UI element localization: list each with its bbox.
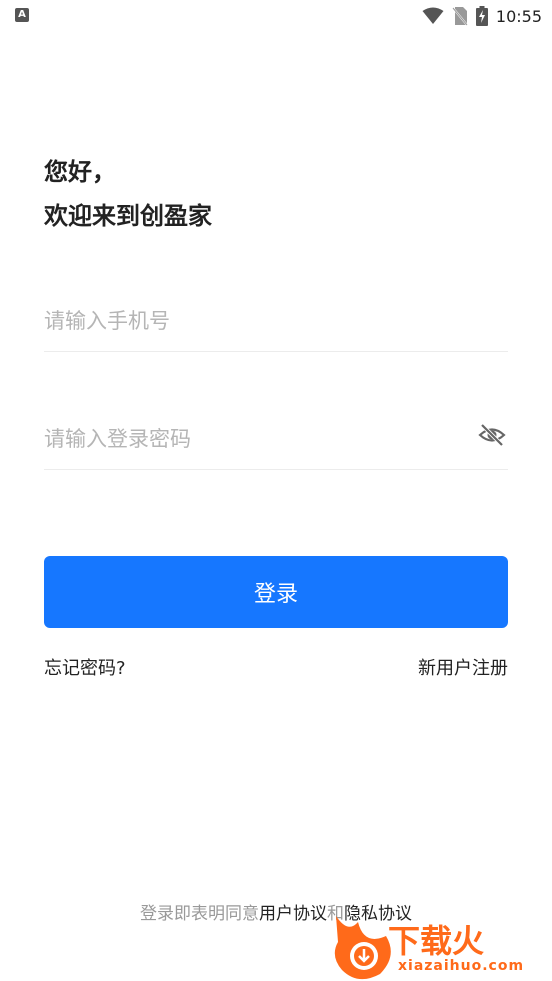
password-input[interactable]	[44, 410, 464, 468]
app-notification-icon: A	[15, 8, 29, 22]
login-button[interactable]: 登录	[44, 556, 508, 628]
phone-field	[44, 292, 508, 352]
forgot-password-link[interactable]: 忘记密码?	[44, 656, 126, 682]
greeting-line-2: 欢迎来到创盈家	[44, 202, 212, 230]
register-link[interactable]: 新用户注册	[418, 656, 508, 682]
phone-input[interactable]	[44, 292, 464, 350]
agreement-prefix: 登录即表明同意	[140, 904, 259, 924]
status-bar: A 10:55	[0, 0, 552, 32]
watermark: 下载火 xiazaihuo.com	[328, 906, 552, 981]
battery-charging-icon	[475, 6, 488, 26]
watermark-text: 下载火	[388, 922, 485, 960]
user-agreement-link[interactable]: 用户协议	[259, 904, 327, 924]
wifi-icon	[422, 7, 444, 24]
greeting: 您好， 欢迎来到创盈家	[44, 150, 212, 238]
watermark-url: xiazaihuo.com	[398, 958, 525, 974]
status-icons: 10:55	[422, 5, 542, 27]
status-time: 10:55	[495, 6, 542, 26]
eye-off-icon[interactable]	[478, 421, 506, 449]
password-field	[44, 410, 508, 470]
no-sim-icon	[452, 7, 468, 26]
greeting-line-1: 您好，	[44, 158, 116, 186]
